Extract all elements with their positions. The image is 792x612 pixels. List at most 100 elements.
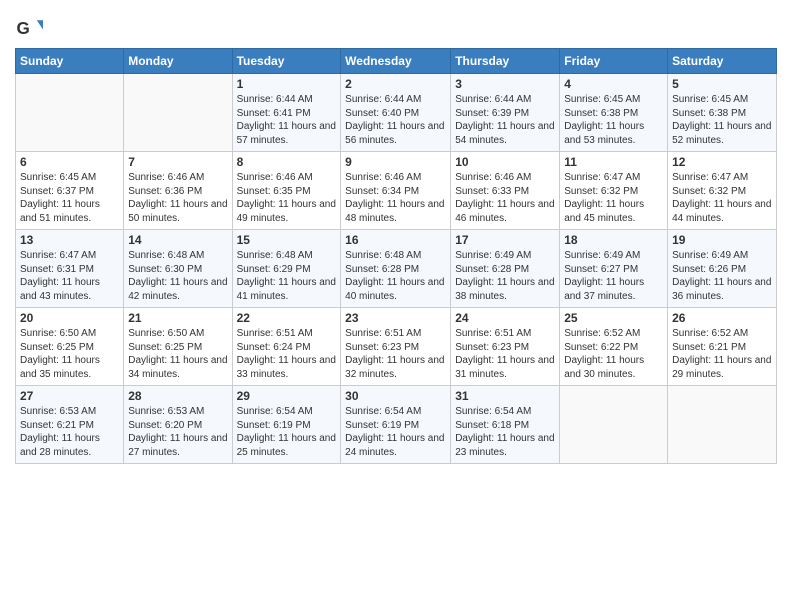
- day-number: 23: [345, 311, 446, 325]
- calendar-cell: 6 Sunrise: 6:45 AMSunset: 6:37 PMDaylight…: [16, 152, 124, 230]
- day-number: 2: [345, 77, 446, 91]
- day-detail: Sunrise: 6:47 AMSunset: 6:32 PMDaylight:…: [672, 171, 772, 225]
- calendar-cell: 16 Sunrise: 6:48 AMSunset: 6:28 PMDayligh…: [341, 230, 451, 308]
- day-number: 1: [237, 77, 337, 91]
- day-detail: Sunrise: 6:53 AMSunset: 6:21 PMDaylight:…: [20, 405, 119, 459]
- weekday-header-friday: Friday: [560, 49, 668, 74]
- weekday-header-sunday: Sunday: [16, 49, 124, 74]
- day-number: 12: [672, 155, 772, 169]
- day-number: 21: [128, 311, 227, 325]
- day-detail: Sunrise: 6:51 AMSunset: 6:23 PMDaylight:…: [455, 327, 555, 381]
- calendar-cell: 4 Sunrise: 6:45 AMSunset: 6:38 PMDaylight…: [560, 74, 668, 152]
- day-detail: Sunrise: 6:44 AMSunset: 6:40 PMDaylight:…: [345, 93, 446, 147]
- day-detail: Sunrise: 6:51 AMSunset: 6:24 PMDaylight:…: [237, 327, 337, 381]
- day-detail: Sunrise: 6:47 AMSunset: 6:32 PMDaylight:…: [564, 171, 663, 225]
- calendar-cell: 22 Sunrise: 6:51 AMSunset: 6:24 PMDayligh…: [232, 308, 341, 386]
- day-number: 16: [345, 233, 446, 247]
- day-number: 10: [455, 155, 555, 169]
- day-detail: Sunrise: 6:54 AMSunset: 6:19 PMDaylight:…: [345, 405, 446, 459]
- day-detail: Sunrise: 6:49 AMSunset: 6:27 PMDaylight:…: [564, 249, 663, 303]
- calendar-cell: 25 Sunrise: 6:52 AMSunset: 6:22 PMDayligh…: [560, 308, 668, 386]
- calendar-header: SundayMondayTuesdayWednesdayThursdayFrid…: [16, 49, 777, 74]
- day-detail: Sunrise: 6:51 AMSunset: 6:23 PMDaylight:…: [345, 327, 446, 381]
- calendar-cell: 13 Sunrise: 6:47 AMSunset: 6:31 PMDayligh…: [16, 230, 124, 308]
- weekday-header-monday: Monday: [124, 49, 232, 74]
- day-number: 24: [455, 311, 555, 325]
- calendar-cell: [16, 74, 124, 152]
- day-detail: Sunrise: 6:50 AMSunset: 6:25 PMDaylight:…: [128, 327, 227, 381]
- day-number: 9: [345, 155, 446, 169]
- logo: G: [15, 14, 46, 42]
- calendar-cell: 20 Sunrise: 6:50 AMSunset: 6:25 PMDayligh…: [16, 308, 124, 386]
- calendar-cell: 26 Sunrise: 6:52 AMSunset: 6:21 PMDayligh…: [668, 308, 777, 386]
- calendar-cell: 19Sunrise: 6:49 AMSunset: 6:26 PMDayligh…: [668, 230, 777, 308]
- calendar-cell: 23 Sunrise: 6:51 AMSunset: 6:23 PMDayligh…: [341, 308, 451, 386]
- day-detail: Sunrise: 6:48 AMSunset: 6:29 PMDaylight:…: [237, 249, 337, 303]
- day-detail: Sunrise: 6:45 AMSunset: 6:38 PMDaylight:…: [564, 93, 663, 147]
- calendar-cell: 29 Sunrise: 6:54 AMSunset: 6:19 PMDayligh…: [232, 386, 341, 464]
- day-detail: Sunrise: 6:46 AMSunset: 6:36 PMDaylight:…: [128, 171, 227, 225]
- calendar-cell: 5Sunrise: 6:45 AMSunset: 6:38 PMDaylight…: [668, 74, 777, 152]
- day-number: 25: [564, 311, 663, 325]
- day-number: 28: [128, 389, 227, 403]
- day-detail: Sunrise: 6:47 AMSunset: 6:31 PMDaylight:…: [20, 249, 119, 303]
- day-number: 29: [237, 389, 337, 403]
- day-number: 27: [20, 389, 119, 403]
- day-detail: Sunrise: 6:44 AMSunset: 6:39 PMDaylight:…: [455, 93, 555, 147]
- day-number: 11: [564, 155, 663, 169]
- day-detail: Sunrise: 6:46 AMSunset: 6:33 PMDaylight:…: [455, 171, 555, 225]
- day-detail: Sunrise: 6:54 AMSunset: 6:18 PMDaylight:…: [455, 405, 555, 459]
- day-detail: Sunrise: 6:48 AMSunset: 6:28 PMDaylight:…: [345, 249, 446, 303]
- calendar-cell: 8Sunrise: 6:46 AMSunset: 6:35 PMDaylight…: [232, 152, 341, 230]
- day-detail: Sunrise: 6:46 AMSunset: 6:35 PMDaylight:…: [237, 171, 337, 225]
- calendar-cell: 10 Sunrise: 6:46 AMSunset: 6:33 PMDayligh…: [451, 152, 560, 230]
- day-number: 26: [672, 311, 772, 325]
- day-detail: Sunrise: 6:45 AMSunset: 6:38 PMDaylight:…: [672, 93, 772, 147]
- day-detail: Sunrise: 6:48 AMSunset: 6:30 PMDaylight:…: [128, 249, 227, 303]
- weekday-header-row: SundayMondayTuesdayWednesdayThursdayFrid…: [16, 49, 777, 74]
- calendar-body: 1 Sunrise: 6:44 AMSunset: 6:41 PMDaylight…: [16, 74, 777, 464]
- calendar-cell: 27 Sunrise: 6:53 AMSunset: 6:21 PMDayligh…: [16, 386, 124, 464]
- calendar-cell: 2 Sunrise: 6:44 AMSunset: 6:40 PMDaylight…: [341, 74, 451, 152]
- calendar-table: SundayMondayTuesdayWednesdayThursdayFrid…: [15, 48, 777, 464]
- day-number: 30: [345, 389, 446, 403]
- calendar-cell: [668, 386, 777, 464]
- day-detail: Sunrise: 6:54 AMSunset: 6:19 PMDaylight:…: [237, 405, 337, 459]
- calendar-week-row: 1 Sunrise: 6:44 AMSunset: 6:41 PMDaylight…: [16, 74, 777, 152]
- day-detail: Sunrise: 6:53 AMSunset: 6:20 PMDaylight:…: [128, 405, 227, 459]
- calendar-cell: 17Sunrise: 6:49 AMSunset: 6:28 PMDayligh…: [451, 230, 560, 308]
- calendar-cell: 15 Sunrise: 6:48 AMSunset: 6:29 PMDayligh…: [232, 230, 341, 308]
- day-detail: Sunrise: 6:50 AMSunset: 6:25 PMDaylight:…: [20, 327, 119, 381]
- calendar-cell: 9 Sunrise: 6:46 AMSunset: 6:34 PMDaylight…: [341, 152, 451, 230]
- calendar-cell: 24 Sunrise: 6:51 AMSunset: 6:23 PMDayligh…: [451, 308, 560, 386]
- weekday-header-tuesday: Tuesday: [232, 49, 341, 74]
- calendar-cell: 7 Sunrise: 6:46 AMSunset: 6:36 PMDaylight…: [124, 152, 232, 230]
- day-detail: Sunrise: 6:52 AMSunset: 6:22 PMDaylight:…: [564, 327, 663, 381]
- day-number: 14: [128, 233, 227, 247]
- day-number: 15: [237, 233, 337, 247]
- day-detail: Sunrise: 6:45 AMSunset: 6:37 PMDaylight:…: [20, 171, 119, 225]
- calendar-cell: 3 Sunrise: 6:44 AMSunset: 6:39 PMDaylight…: [451, 74, 560, 152]
- day-number: 3: [455, 77, 555, 91]
- logo-icon: G: [15, 14, 43, 42]
- calendar-cell: 31Sunrise: 6:54 AMSunset: 6:18 PMDayligh…: [451, 386, 560, 464]
- calendar-cell: [124, 74, 232, 152]
- weekday-header-thursday: Thursday: [451, 49, 560, 74]
- calendar-week-row: 27 Sunrise: 6:53 AMSunset: 6:21 PMDayligh…: [16, 386, 777, 464]
- day-number: 7: [128, 155, 227, 169]
- calendar-cell: 30 Sunrise: 6:54 AMSunset: 6:19 PMDayligh…: [341, 386, 451, 464]
- day-number: 22: [237, 311, 337, 325]
- day-number: 6: [20, 155, 119, 169]
- day-detail: Sunrise: 6:49 AMSunset: 6:26 PMDaylight:…: [672, 249, 772, 303]
- weekday-header-saturday: Saturday: [668, 49, 777, 74]
- day-number: 17: [455, 233, 555, 247]
- day-detail: Sunrise: 6:46 AMSunset: 6:34 PMDaylight:…: [345, 171, 446, 225]
- calendar-week-row: 20 Sunrise: 6:50 AMSunset: 6:25 PMDayligh…: [16, 308, 777, 386]
- svg-text:G: G: [17, 19, 30, 38]
- day-number: 20: [20, 311, 119, 325]
- day-detail: Sunrise: 6:44 AMSunset: 6:41 PMDaylight:…: [237, 93, 337, 147]
- day-number: 13: [20, 233, 119, 247]
- day-number: 4: [564, 77, 663, 91]
- day-detail: Sunrise: 6:52 AMSunset: 6:21 PMDaylight:…: [672, 327, 772, 381]
- weekday-header-wednesday: Wednesday: [341, 49, 451, 74]
